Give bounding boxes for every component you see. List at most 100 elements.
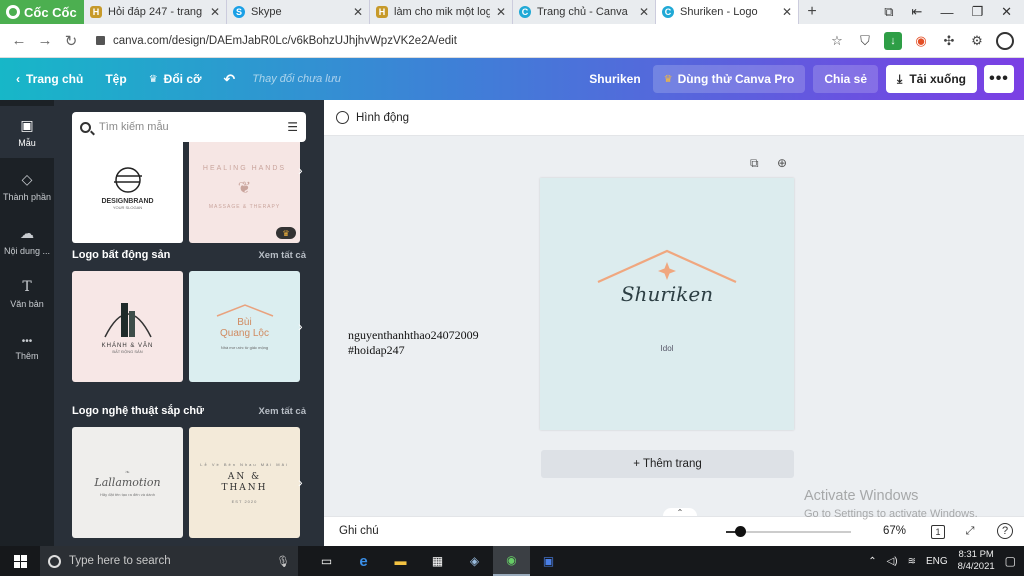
system-tray: ⌃ ◁) ≋ ENG 8:31 PM 8/4/2021 ▢ <box>868 549 1024 573</box>
browser-tab[interactable]: H Hỏi đáp 247 - trang h ✕ <box>84 0 227 24</box>
search-input[interactable]: Tìm kiếm mẫu <box>99 121 279 133</box>
share-label: Chia sẻ <box>824 72 868 86</box>
back-button[interactable]: ← <box>6 32 32 49</box>
shield-icon[interactable]: ⛉ <box>856 32 874 50</box>
zoom-slider-handle[interactable] <box>735 526 746 537</box>
resize-button[interactable]: ♛ Đổi cỡ <box>138 72 213 86</box>
close-tab-icon[interactable]: ✕ <box>210 5 220 19</box>
app-icon[interactable]: ◈ <box>456 546 493 576</box>
browser-tab-active[interactable]: C Shuriken - Logo ✕ <box>656 0 799 24</box>
design-title[interactable]: Shuriken <box>540 282 794 306</box>
bookmark-star-icon[interactable]: ☆ <box>828 32 846 50</box>
template-subtitle: YOUR SLOGAN <box>112 204 143 210</box>
settings-icon[interactable]: ⚙ <box>968 32 986 50</box>
design-subtitle[interactable]: Idol <box>540 344 794 353</box>
download-label: Tải xuống <box>909 72 966 86</box>
start-button[interactable] <box>0 554 40 568</box>
animate-button[interactable]: Hình động <box>356 112 409 124</box>
extensions-puzzle-icon[interactable]: ✣ <box>940 32 958 50</box>
close-tab-icon[interactable]: ✕ <box>353 5 363 19</box>
template-thumb[interactable]: DESIGNBRAND YOUR SLOGAN <box>72 132 183 243</box>
design-name[interactable]: Shuriken <box>589 72 640 86</box>
template-thumb[interactable]: Bùi Quang Lộc Nhà mơ ước từ giấc mộng <box>189 271 300 382</box>
reload-button[interactable]: ↻ <box>58 32 84 50</box>
zoom-app-icon[interactable]: ▣ <box>530 546 567 576</box>
close-window-button[interactable]: ✕ <box>1001 4 1012 20</box>
microphone-icon[interactable]: 🎙 <box>276 555 290 568</box>
file-explorer-icon[interactable]: ▬ <box>382 546 419 576</box>
fullscreen-icon[interactable]: ⤢ <box>961 522 979 540</box>
maximize-button[interactable]: ❐ <box>971 4 983 20</box>
scroll-right-arrow-icon[interactable]: › <box>298 162 310 178</box>
tray-chevron-icon[interactable]: ⌃ <box>868 556 876 567</box>
rail-item-elements[interactable]: ◇ Thành phần <box>0 160 54 212</box>
rail-item-more[interactable]: ••• Thêm <box>0 322 54 374</box>
duplicate-page-icon[interactable]: ⧉ <box>750 156 759 171</box>
screenshot-icon[interactable]: ⧉ <box>884 4 893 20</box>
profile-avatar-icon[interactable] <box>996 31 1014 50</box>
clock[interactable]: 8:31 PM 8/4/2021 <box>958 549 995 573</box>
add-page-icon[interactable]: ⊕ <box>777 156 787 170</box>
page-count-button[interactable]: 1 <box>931 525 945 539</box>
design-page[interactable]: Shuriken Idol <box>540 178 794 430</box>
upload-icon: ☁ <box>20 224 34 241</box>
notes-button[interactable]: Ghi chú <box>339 525 379 537</box>
undo-button[interactable]: ↶ <box>213 71 247 88</box>
template-search[interactable]: Tìm kiếm mẫu ☰ <box>72 112 306 142</box>
language-indicator[interactable]: ENG <box>926 556 948 567</box>
close-tab-icon[interactable]: ✕ <box>782 5 792 19</box>
coccoc-extension-icon[interactable]: ◉ <box>912 32 930 50</box>
template-icon: ▣ <box>20 116 34 133</box>
file-menu[interactable]: Tệp <box>94 72 137 86</box>
windows-logo-icon <box>13 554 27 568</box>
forward-button[interactable]: → <box>32 32 58 49</box>
clock-time: 8:31 PM <box>958 549 994 560</box>
taskbar-search-input[interactable]: Type here to search <box>69 555 171 567</box>
store-icon[interactable]: ▦ <box>419 546 456 576</box>
share-button[interactable]: Chia sẻ <box>813 65 879 93</box>
template-thumb[interactable]: KHÁNH & VÂN BẤT ĐỘNG SẢN <box>72 271 183 382</box>
hoidap-favicon-icon: H <box>90 6 102 18</box>
url-field[interactable]: canva.com/design/DAEmJabR0Lc/v6kBohzUJhj… <box>96 35 828 47</box>
scroll-right-arrow-icon[interactable]: › <box>298 318 310 334</box>
zoom-percent[interactable]: 67% <box>883 525 906 537</box>
browser-tab[interactable]: C Trang chủ - Canva ✕ <box>513 0 656 24</box>
try-pro-button[interactable]: ♛ Dùng thử Canva Pro <box>652 65 806 93</box>
browser-tab[interactable]: H làm cho mik một logo ✕ <box>370 0 513 24</box>
volume-icon[interactable]: ◁) <box>887 556 898 567</box>
download-extension-icon[interactable]: ↓ <box>884 31 902 50</box>
rail-item-templates[interactable]: ▣ Mẫu <box>0 106 54 158</box>
browser-tab[interactable]: S Skype ✕ <box>227 0 370 24</box>
more-options-button[interactable]: ••• <box>984 65 1014 93</box>
filter-icon[interactable]: ☰ <box>287 120 298 134</box>
back-history-icon[interactable]: ⇤ <box>912 4 923 20</box>
template-thumb[interactable]: Lễ Về Bên Nhau Mãi Mãi AN & THANH EST 20… <box>189 427 300 538</box>
windows-taskbar: Type here to search 🎙 ▭ e ▬ ▦ ◈ ◉ ▣ ⌃ ◁)… <box>0 546 1024 576</box>
wifi-icon[interactable]: ≋ <box>908 556 916 567</box>
see-all-link[interactable]: Xem tất cả <box>258 250 306 261</box>
side-rail: ▣ Mẫu ◇ Thành phần ☁ Nội dung ... T Văn … <box>0 100 54 546</box>
add-page-button[interactable]: + Thêm trang <box>541 450 794 478</box>
template-thumb[interactable]: HEALING HANDS ❦ MASSAGE & THERAPY ♛ <box>189 132 300 243</box>
designbrand-logo-icon <box>113 166 142 193</box>
new-tab-button[interactable]: + <box>799 0 825 24</box>
rail-label: Thành phần <box>2 191 52 202</box>
close-tab-icon[interactable]: ✕ <box>496 5 506 19</box>
task-view-icon[interactable]: ▭ <box>308 546 345 576</box>
scroll-right-arrow-icon[interactable]: › <box>298 474 310 490</box>
template-thumb[interactable]: ❧ Lallamotion Hãy đặt tên tạo ra đến và … <box>72 427 183 538</box>
home-link[interactable]: ‹ Trang chủ <box>0 72 94 86</box>
template-title: HEALING HANDS <box>202 165 287 172</box>
help-icon[interactable]: ? <box>997 523 1013 539</box>
notifications-icon[interactable]: ▢ <box>1005 554 1016 568</box>
rail-item-uploads[interactable]: ☁ Nội dung ... <box>0 214 54 266</box>
edge-icon[interactable]: e <box>345 546 382 576</box>
coccoc-menu-button[interactable]: Cốc Cốc <box>0 0 84 24</box>
minimize-button[interactable]: — <box>940 5 953 20</box>
taskbar-search[interactable]: Type here to search 🎙 <box>40 546 298 576</box>
close-tab-icon[interactable]: ✕ <box>639 5 649 19</box>
coccoc-taskbar-icon[interactable]: ◉ <box>493 546 530 576</box>
download-button[interactable]: ⤓ Tải xuống <box>886 65 977 93</box>
rail-item-text[interactable]: T Văn bản <box>0 268 54 320</box>
see-all-link[interactable]: Xem tất cả <box>258 406 306 417</box>
